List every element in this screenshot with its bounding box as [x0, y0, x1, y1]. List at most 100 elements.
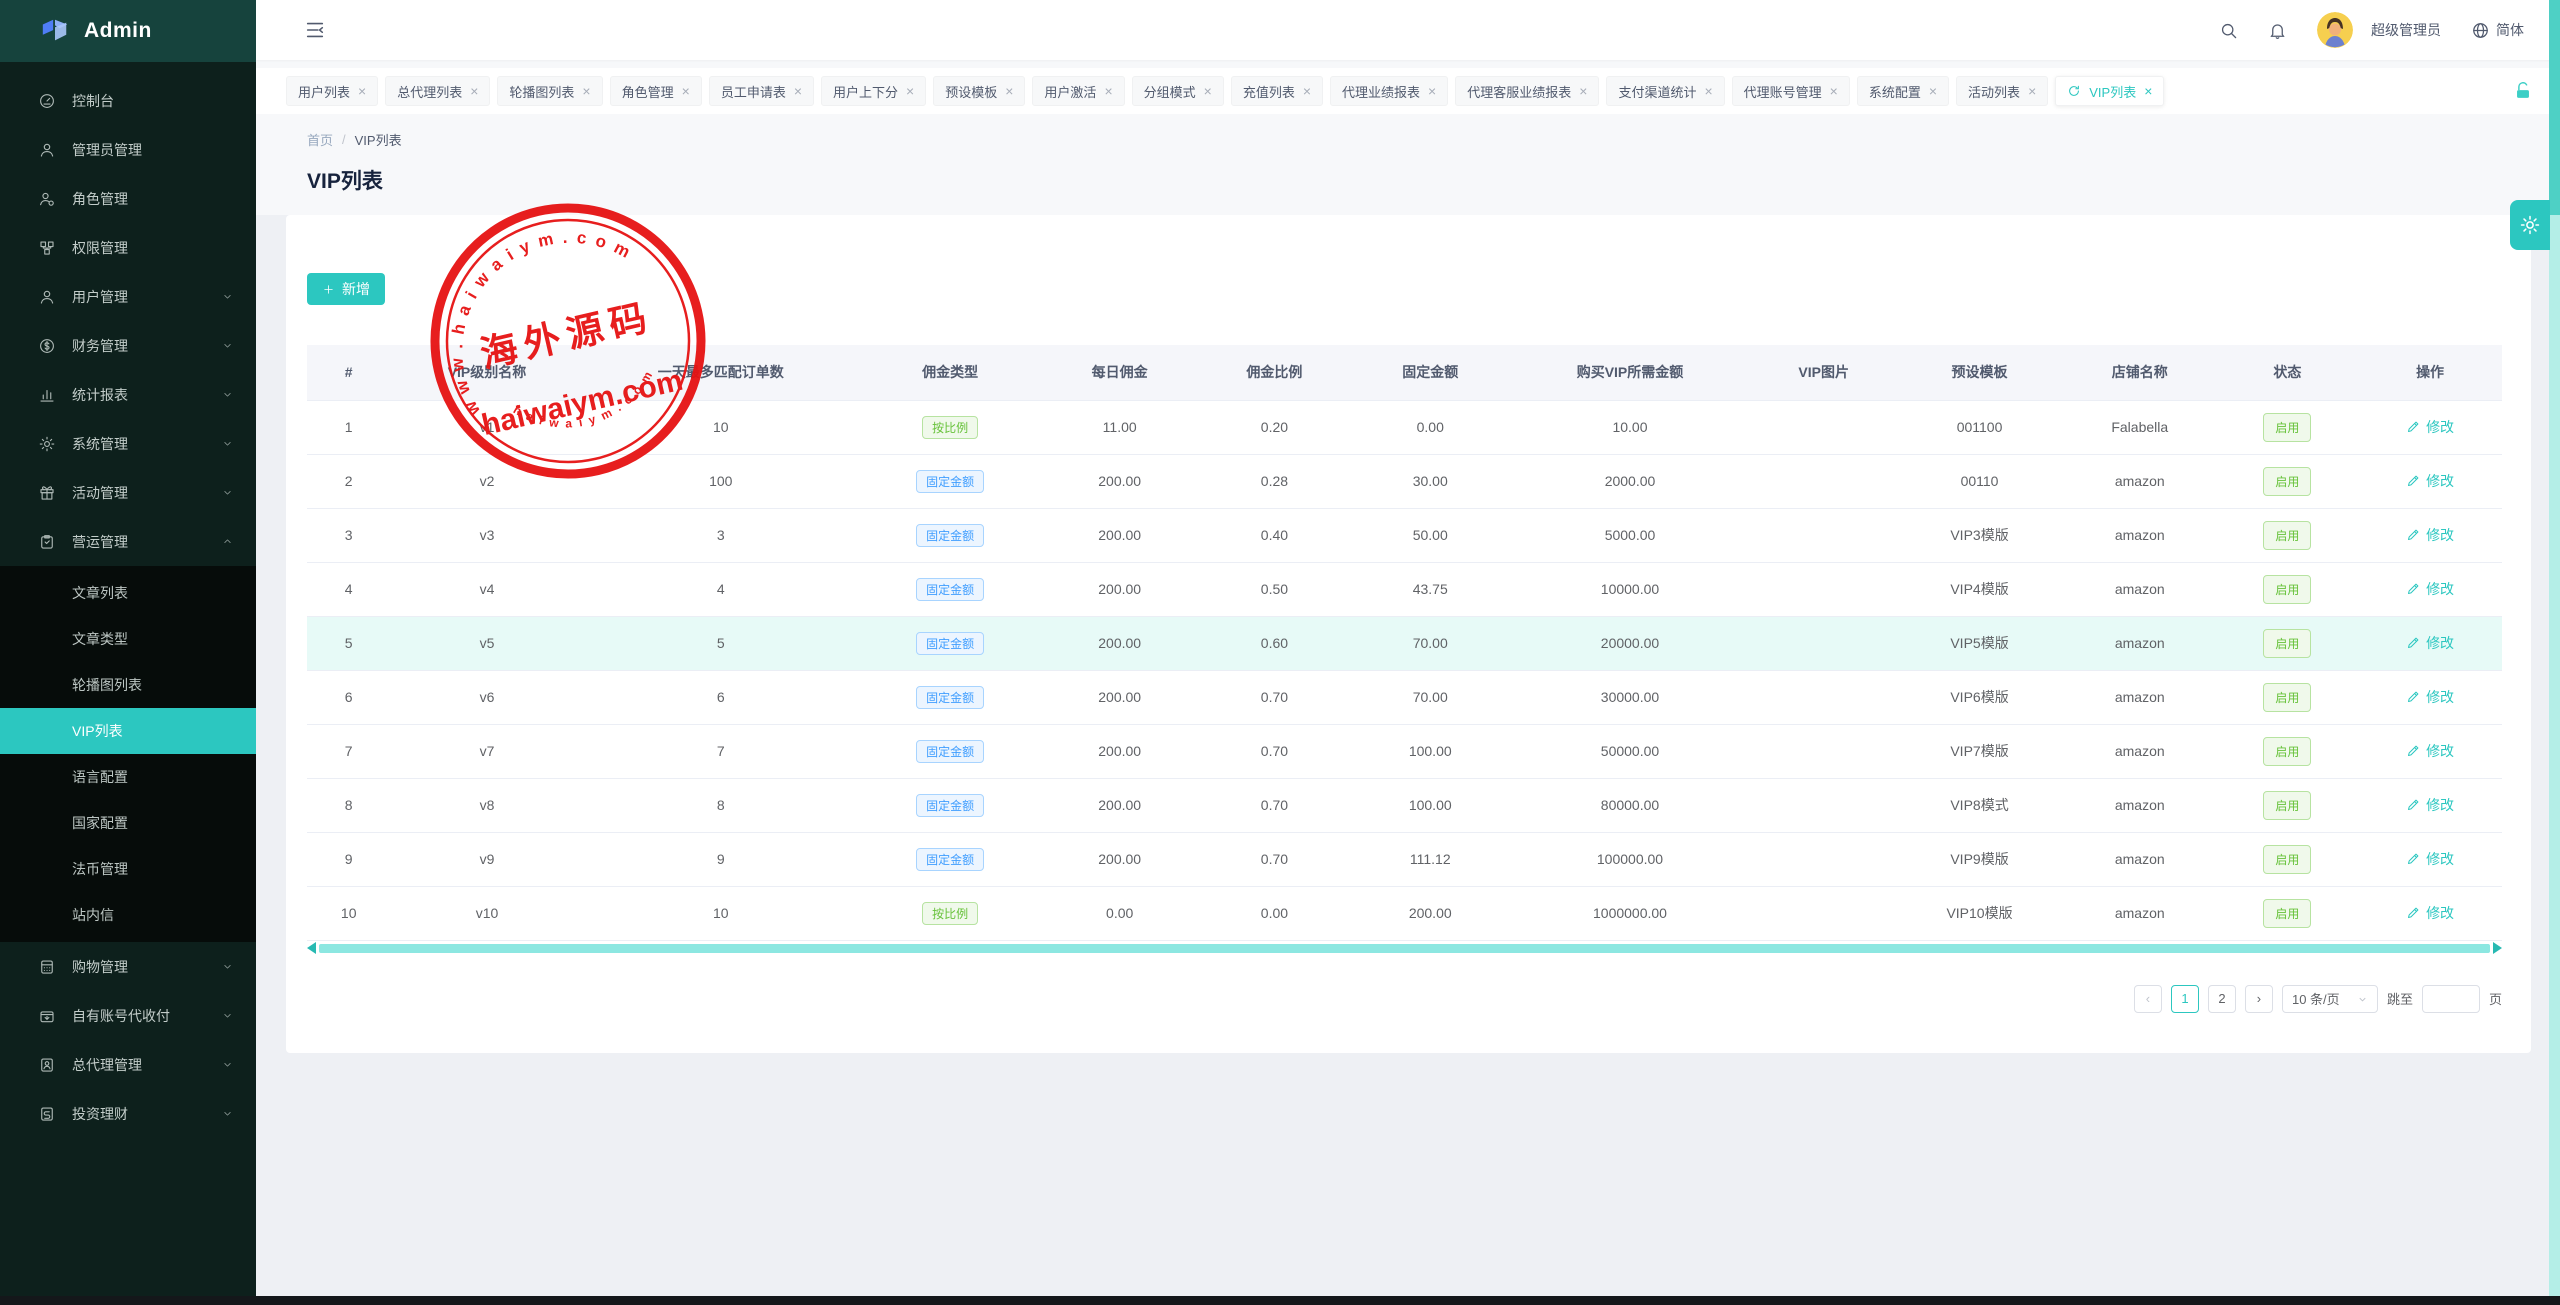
- sidebar-item-account[interactable]: 自有账号代收付: [0, 991, 256, 1040]
- search-icon[interactable]: [2219, 21, 2238, 40]
- edit-link[interactable]: 修改: [2406, 417, 2454, 437]
- scrollbar-track[interactable]: [319, 944, 2490, 953]
- sidebar-item-role[interactable]: 角色管理: [0, 174, 256, 223]
- tab-item[interactable]: 用户激活×: [1032, 76, 1124, 106]
- sidebar-item-admin[interactable]: 管理员管理: [0, 125, 256, 174]
- page-button[interactable]: 2: [2208, 985, 2236, 1013]
- edit-link[interactable]: 修改: [2406, 741, 2454, 761]
- table-row[interactable]: 4v44固定金额200.000.5043.7510000.00VIP4模版ama…: [307, 562, 2502, 616]
- sidebar-subitem-vip-list[interactable]: VIP列表: [0, 708, 256, 754]
- close-icon[interactable]: ×: [582, 83, 590, 99]
- settings-panel-button[interactable]: [2510, 200, 2550, 250]
- sidebar-item-finance[interactable]: 财务管理: [0, 321, 256, 370]
- tab-item[interactable]: 用户列表×: [286, 76, 378, 106]
- tab-item[interactable]: 充值列表×: [1231, 76, 1323, 106]
- bell-icon[interactable]: [2268, 21, 2287, 40]
- sidebar-item-shopping[interactable]: 购物管理: [0, 942, 256, 991]
- close-icon[interactable]: ×: [1704, 83, 1712, 99]
- table-row[interactable]: 7v77固定金额200.000.70100.0050000.00VIP7模版am…: [307, 724, 2502, 778]
- close-icon[interactable]: ×: [1830, 83, 1838, 99]
- close-icon[interactable]: ×: [794, 83, 802, 99]
- close-icon[interactable]: ×: [470, 83, 478, 99]
- edit-link[interactable]: 修改: [2406, 687, 2454, 707]
- lock-icon[interactable]: [2512, 80, 2534, 102]
- sidebar-item-stats[interactable]: 统计报表: [0, 370, 256, 419]
- edit-link[interactable]: 修改: [2406, 795, 2454, 815]
- close-icon[interactable]: ×: [1104, 83, 1112, 99]
- table-row[interactable]: 9v99固定金额200.000.70111.12100000.00VIP9模版a…: [307, 832, 2502, 886]
- app-logo[interactable]: Admin: [0, 0, 256, 62]
- close-icon[interactable]: ×: [1579, 83, 1587, 99]
- sidebar-item-users[interactable]: 用户管理: [0, 272, 256, 321]
- close-icon[interactable]: ×: [906, 83, 914, 99]
- refresh-icon[interactable]: [2067, 84, 2081, 98]
- edit-link[interactable]: 修改: [2406, 849, 2454, 869]
- close-icon[interactable]: ×: [1204, 83, 1212, 99]
- close-icon[interactable]: ×: [2144, 83, 2152, 99]
- sidebar-subitem[interactable]: 文章列表: [0, 570, 256, 616]
- close-icon[interactable]: ×: [1005, 83, 1013, 99]
- horizontal-scrollbar[interactable]: [307, 942, 2502, 955]
- close-icon[interactable]: ×: [1303, 83, 1311, 99]
- tab-item[interactable]: 总代理列表×: [385, 76, 490, 106]
- scroll-left-arrow-icon[interactable]: [307, 942, 316, 954]
- jump-page-input[interactable]: [2422, 985, 2480, 1013]
- edit-link[interactable]: 修改: [2406, 579, 2454, 599]
- table-row[interactable]: 3v33固定金额200.000.4050.005000.00VIP3模版amaz…: [307, 508, 2502, 562]
- table-row[interactable]: 10v1010按比例0.000.00200.001000000.00VIP10模…: [307, 886, 2502, 940]
- tab-item[interactable]: 用户上下分×: [821, 76, 926, 106]
- sidebar-subitem[interactable]: 语言配置: [0, 754, 256, 800]
- page-scrollbar-thumb[interactable]: [2549, 0, 2560, 215]
- sidebar-item-agent[interactable]: 总代理管理: [0, 1040, 256, 1089]
- current-user[interactable]: 超级管理员: [2371, 20, 2441, 40]
- tab-item[interactable]: 代理业绩报表×: [1330, 76, 1448, 106]
- table-row[interactable]: 1v110按比例11.000.200.0010.00001100Falabell…: [307, 400, 2502, 454]
- tab-item[interactable]: 轮播图列表×: [497, 76, 602, 106]
- table-row[interactable]: 2v2100固定金额200.000.2830.002000.0000110ama…: [307, 454, 2502, 508]
- close-icon[interactable]: ×: [682, 83, 690, 99]
- tab-item[interactable]: 代理客服业绩报表×: [1455, 76, 1599, 106]
- sidebar-subitem[interactable]: 法币管理: [0, 846, 256, 892]
- breadcrumb-home[interactable]: 首页: [307, 130, 333, 149]
- sidebar-subitem[interactable]: 国家配置: [0, 800, 256, 846]
- prev-page-button[interactable]: ‹: [2134, 985, 2162, 1013]
- edit-link[interactable]: 修改: [2406, 525, 2454, 545]
- next-page-button[interactable]: ›: [2245, 985, 2273, 1013]
- sidebar-item-invest[interactable]: 投资理财: [0, 1089, 256, 1138]
- sidebar-subitem[interactable]: 文章类型: [0, 616, 256, 662]
- tab-item[interactable]: 员工申请表×: [709, 76, 814, 106]
- tab-item[interactable]: 活动列表×: [1956, 76, 2048, 106]
- tab-item[interactable]: 分组模式×: [1132, 76, 1224, 106]
- table-row[interactable]: 6v66固定金额200.000.7070.0030000.00VIP6模版ama…: [307, 670, 2502, 724]
- scroll-right-arrow-icon[interactable]: [2493, 942, 2502, 954]
- avatar[interactable]: [2317, 12, 2353, 48]
- sidebar-item-system[interactable]: 系统管理: [0, 419, 256, 468]
- tab-item[interactable]: 系统配置×: [1857, 76, 1949, 106]
- table-row[interactable]: 8v88固定金额200.000.70100.0080000.00VIP8模式am…: [307, 778, 2502, 832]
- sidebar-subitem[interactable]: 站内信: [0, 892, 256, 938]
- tab-item[interactable]: 代理账号管理×: [1732, 76, 1850, 106]
- close-icon[interactable]: ×: [1929, 83, 1937, 99]
- edit-link[interactable]: 修改: [2406, 471, 2454, 491]
- edit-link[interactable]: 修改: [2406, 903, 2454, 923]
- tab-item[interactable]: 角色管理×: [610, 76, 702, 106]
- sidebar-item-permission[interactable]: 权限管理: [0, 223, 256, 272]
- add-button[interactable]: 新增: [307, 273, 385, 305]
- sidebar-item-operation[interactable]: 营运管理: [0, 517, 256, 566]
- close-icon[interactable]: ×: [2028, 83, 2036, 99]
- table-row[interactable]: 5v55固定金额200.000.6070.0020000.00VIP5模版ama…: [307, 616, 2502, 670]
- tab-item[interactable]: 支付渠道统计×: [1606, 76, 1724, 106]
- page-size-select[interactable]: 10 条/页: [2282, 985, 2378, 1013]
- page-scrollbar[interactable]: [2549, 0, 2560, 1305]
- sidebar-item-dashboard[interactable]: 控制台: [0, 76, 256, 125]
- sidebar-subitem[interactable]: 轮播图列表: [0, 662, 256, 708]
- close-icon[interactable]: ×: [1428, 83, 1436, 99]
- page-button[interactable]: 1: [2171, 985, 2199, 1013]
- close-icon[interactable]: ×: [358, 83, 366, 99]
- language-switcher[interactable]: 简体: [2471, 20, 2524, 40]
- collapse-menu-icon[interactable]: [304, 19, 326, 41]
- edit-link[interactable]: 修改: [2406, 633, 2454, 653]
- sidebar-item-activity[interactable]: 活动管理: [0, 468, 256, 517]
- tab-vip-list-active[interactable]: VIP列表×: [2055, 76, 2164, 106]
- tab-item[interactable]: 预设模板×: [933, 76, 1025, 106]
